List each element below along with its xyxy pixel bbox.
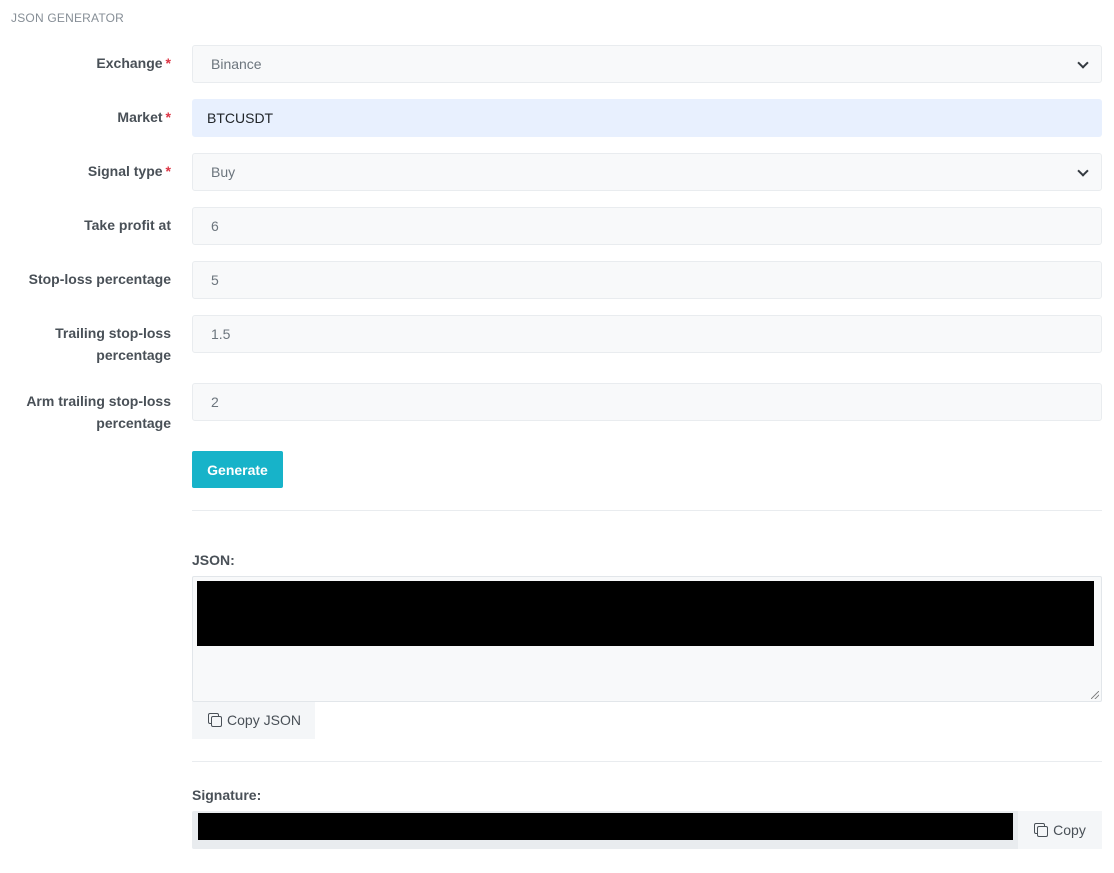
signature-label: Signature: (192, 787, 262, 803)
copy-icon (1034, 822, 1049, 837)
redacted-content (197, 581, 1094, 646)
trailing-stop-loss-label-line1: Trailing stop-loss (55, 325, 171, 341)
market-value: BTCUSDT (207, 110, 274, 126)
signal-type-select[interactable]: Buy (192, 153, 1102, 191)
copy-icon (208, 713, 223, 727)
required-mark: * (165, 109, 171, 125)
json-textarea[interactable] (192, 576, 1102, 702)
signal-type-label-text: Signal type (87, 163, 163, 179)
copy-signature-button[interactable]: Copy (1018, 811, 1102, 849)
take-profit-value: 6 (211, 218, 219, 234)
copy-json-button[interactable]: Copy JSON (192, 702, 315, 739)
exchange-value: Binance (211, 56, 262, 72)
signature-field[interactable] (192, 811, 1018, 849)
trailing-stop-loss-input[interactable]: 1.5 (192, 315, 1102, 353)
arm-trailing-stop-loss-label: Arm trailing stop-loss percentage (26, 390, 171, 434)
required-mark: * (165, 55, 171, 71)
stop-loss-input[interactable]: 5 (192, 261, 1102, 299)
redacted-content (198, 813, 1013, 840)
trailing-stop-loss-label-line2: percentage (96, 347, 171, 363)
arm-trailing-stop-loss-value: 2 (211, 394, 219, 410)
section-title: JSON GENERATOR (11, 11, 125, 25)
market-input[interactable]: BTCUSDT (192, 99, 1102, 137)
stop-loss-value: 5 (211, 272, 219, 288)
arm-trailing-stop-loss-label-line1: Arm trailing stop-loss (26, 393, 171, 409)
trailing-stop-loss-label: Trailing stop-loss percentage (55, 322, 171, 366)
exchange-select[interactable]: Binance (192, 45, 1102, 83)
exchange-label-text: Exchange (96, 55, 163, 71)
stop-loss-label: Stop-loss percentage (28, 271, 171, 287)
market-label: Market * (117, 106, 171, 128)
resize-handle[interactable] (1091, 691, 1099, 699)
divider (192, 510, 1102, 511)
arm-trailing-stop-loss-input[interactable]: 2 (192, 383, 1102, 421)
arm-trailing-stop-loss-label-line2: percentage (96, 415, 171, 431)
copy-json-label: Copy JSON (227, 712, 301, 728)
generate-button[interactable]: Generate (192, 451, 283, 488)
signal-type-value: Buy (211, 164, 236, 180)
trailing-stop-loss-value: 1.5 (211, 326, 231, 342)
json-label: JSON: (192, 552, 235, 568)
take-profit-input[interactable]: 6 (192, 207, 1102, 245)
required-mark: * (165, 163, 171, 179)
market-label-text: Market (117, 109, 163, 125)
signal-type-label: Signal type * (88, 160, 171, 182)
copy-signature-label: Copy (1053, 821, 1086, 838)
exchange-label: Exchange * (96, 52, 171, 74)
divider (192, 761, 1102, 762)
take-profit-label: Take profit at (84, 217, 171, 233)
